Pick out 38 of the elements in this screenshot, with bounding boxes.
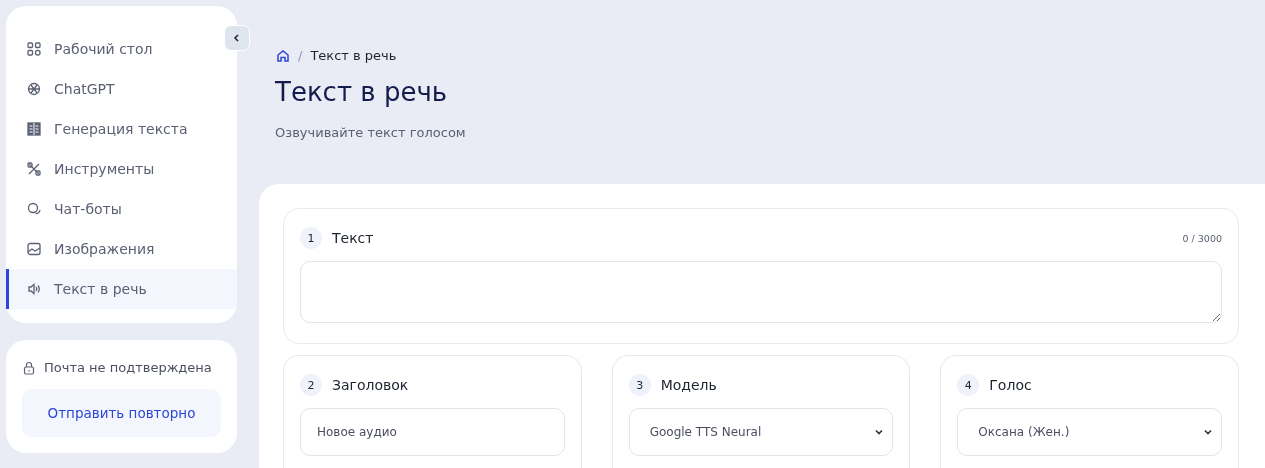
select-dropdown[interactable]: Оксана (Жен.) xyxy=(957,408,1222,456)
notice-text: Почта не подтверждена xyxy=(44,360,212,375)
grid-icon xyxy=(26,41,42,57)
speaker-icon xyxy=(26,281,42,297)
breadcrumb-current: Текст в речь xyxy=(310,48,397,63)
title-input-field[interactable]: Новое аудио xyxy=(300,408,565,456)
resend-button[interactable]: Отправить повторно xyxy=(22,389,221,437)
chevron-down-icon xyxy=(874,427,885,437)
section-label: Голос xyxy=(989,377,1032,393)
chevron-left-icon xyxy=(232,33,242,43)
section-label: Модель xyxy=(660,377,717,393)
step-number: 4 xyxy=(957,374,980,396)
book-icon xyxy=(26,121,42,137)
section-label: Текст xyxy=(332,230,374,246)
step-number: 1 xyxy=(300,227,322,249)
character-counter: 0 / 3000 xyxy=(1182,232,1222,244)
sidebar-item[interactable]: Изображения xyxy=(6,229,237,269)
collapse-button[interactable] xyxy=(224,25,250,51)
sidebar-item[interactable]: Чат-боты xyxy=(6,189,237,229)
text-input-field[interactable] xyxy=(300,261,1222,323)
image-icon xyxy=(26,241,42,257)
tools-icon xyxy=(26,161,42,177)
home-icon[interactable] xyxy=(276,48,290,63)
sidebar-item[interactable]: Текст в речь xyxy=(6,269,237,309)
section-label: Заголовок xyxy=(332,377,409,393)
page-subtitle: Озвучивайте текст голосом xyxy=(275,125,467,140)
sidebar-item[interactable]: Генерация текста xyxy=(6,109,237,149)
page-title: Текст в речь xyxy=(275,77,449,107)
step-number: 2 xyxy=(300,374,322,396)
sidebar-item[interactable]: Рабочий стол xyxy=(6,29,221,69)
select-dropdown[interactable]: Google TTS Neural xyxy=(628,408,894,456)
lock-icon xyxy=(22,360,36,375)
sidebar-item[interactable]: ChatGPT xyxy=(6,69,237,109)
breadcrumb-separator: / xyxy=(298,48,303,63)
chevron-down-icon xyxy=(1203,427,1213,437)
step-number: 3 xyxy=(628,374,651,396)
chat-icon xyxy=(26,201,42,217)
sidebar-item[interactable]: Инструменты xyxy=(6,149,237,189)
